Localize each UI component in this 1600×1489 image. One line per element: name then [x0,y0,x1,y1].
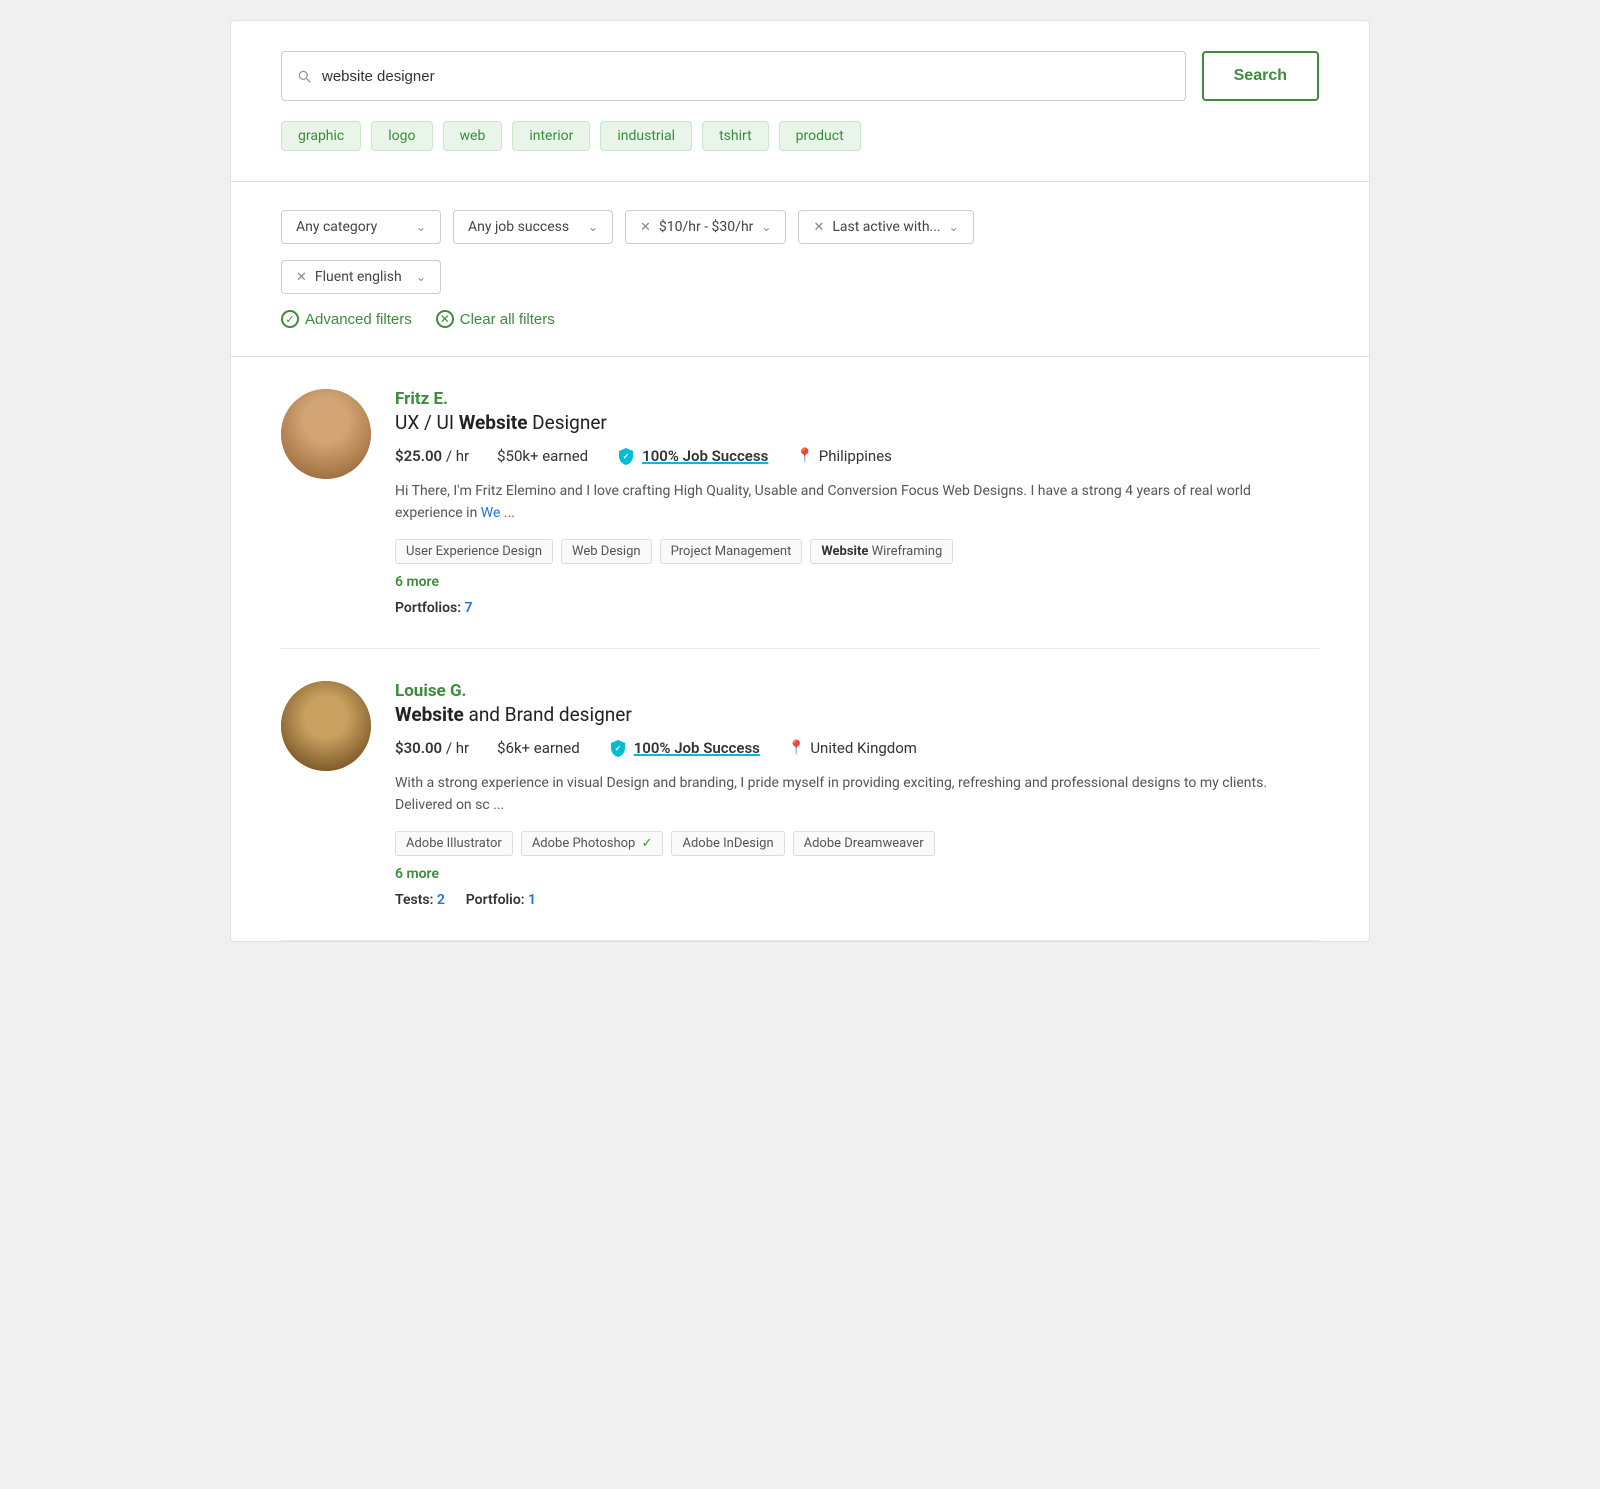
skills-row: User Experience Design Web Design Project … [395,539,1319,564]
card-content: Fritz E.UX / UI Website Designer $25.00 /… [395,389,1319,616]
freelancer-card: Louise G.Website and Brand designer $30.0… [281,649,1319,941]
tests-count[interactable]: 2 [437,892,445,908]
earned: $6k+ earned [497,739,580,757]
filter-job-success-label: Any job success [468,219,569,235]
filter-category-label: Any category [296,219,377,235]
meta-row: $25.00 / hr $50k+ earned ✓ 100% Job Succe… [395,446,1319,466]
clear-filters-icon: ✕ [436,310,454,328]
location-name: United Kingdom [810,739,917,757]
chevron-down-icon: ⌄ [416,270,426,284]
job-success: ✓ 100% Job Success [608,738,760,758]
filter-job-success[interactable]: Any job success ⌄ [453,210,613,244]
skill-tag[interactable]: Adobe Dreamweaver [793,831,935,856]
skill-tag[interactable]: Adobe InDesign [671,831,784,856]
meta-row: $30.00 / hr $6k+ earned ✓ 100% Job Succes… [395,738,1319,758]
search-tag[interactable]: product [779,121,861,151]
svg-text:✓: ✓ [623,452,630,461]
location: 📍 Philippines [796,447,892,465]
filter-row-2: ✕ Fluent english ⌄ [281,260,1319,294]
page-wrapper: website designer Search graphiclogowebin… [230,20,1370,942]
skill-tag[interactable]: Web Design [561,539,652,564]
skill-tag[interactable]: Project Management [660,539,803,564]
avatar [281,389,371,479]
search-button[interactable]: Search [1202,51,1319,101]
rate: $30.00 / hr [395,739,469,757]
close-icon[interactable]: ✕ [296,270,307,285]
close-icon[interactable]: ✕ [813,220,824,235]
chevron-down-icon: ⌄ [416,220,426,234]
advanced-filters-icon: ✓ [281,310,299,328]
tags-row: graphic logoweb interior industrial tshirt pr… [281,121,1319,151]
chevron-down-icon: ⌄ [761,220,771,234]
location: 📍 United Kingdom [788,739,917,757]
portfolio-label: Portfolio: [466,892,525,908]
skill-tag[interactable]: User Experience Design [395,539,553,564]
search-tag[interactable]: graphic [281,121,361,151]
shield-icon: ✓ [608,738,628,758]
search-input[interactable]: website designer [322,68,1171,85]
search-tag[interactable]: interior [512,121,590,151]
filter-language[interactable]: ✕ Fluent english ⌄ [281,260,441,294]
results-section: Fritz E.UX / UI Website Designer $25.00 /… [231,357,1369,941]
location-pin-icon: 📍 [788,740,805,756]
search-tag[interactable]: industrial [600,121,692,151]
freelancer-title: Website and Brand designer [395,703,1319,726]
freelancer-name[interactable]: Fritz E. [395,389,1319,409]
filter-last-active-label: Last active with... [832,219,940,235]
card-content: Louise G.Website and Brand designer $30.0… [395,681,1319,908]
portfolio-info: Portfolios: 7 [395,600,1319,616]
search-input-wrapper[interactable]: website designer [281,51,1186,101]
freelancer-name[interactable]: Louise G. [395,681,1319,701]
filter-rate[interactable]: ✕ $10/hr - $30/hr ⌄ [625,210,786,244]
search-tag[interactable]: logo [371,121,432,151]
portfolio-count[interactable]: 7 [465,600,473,616]
job-success-label: 100% Job Success [642,447,768,465]
skill-tag[interactable]: Website Wireframing [810,539,953,564]
search-section: website designer Search graphiclogowebin… [231,21,1369,182]
portfolio-label: Portfolios: [395,600,461,616]
freelancer-title: UX / UI Website Designer [395,411,1319,434]
clear-filters-button[interactable]: ✕ Clear all filters [436,310,555,328]
avatar [281,681,371,771]
shield-icon: ✓ [616,446,636,466]
job-success-label: 100% Job Success [634,739,760,757]
portfolio-info: Tests: 2 Portfolio: 1 [395,892,1319,908]
skills-row: Adobe Illustrator Adobe Photoshop ✓ Adobe … [395,831,1319,856]
search-tag[interactable]: tshirt [702,121,769,151]
location-name: Philippines [819,447,892,465]
filter-actions: ✓ Advanced filters ✕ Clear all filters [281,310,1319,328]
search-tag[interactable]: web [443,121,503,151]
chevron-down-icon: ⌄ [949,220,959,234]
description: With a strong experience in visual Desig… [395,772,1319,817]
location-pin-icon: 📍 [796,448,813,464]
more-skills-link[interactable]: 6 more [395,574,1319,590]
rate: $25.00 / hr [395,447,469,465]
search-icon [296,68,312,84]
skill-tag[interactable]: Adobe Illustrator [395,831,513,856]
filter-row-1: Any category ⌄ Any job success ⌄ ✕ $10/h… [281,210,1319,244]
clear-filters-label: Clear all filters [460,311,555,328]
chevron-down-icon: ⌄ [588,220,598,234]
advanced-filters-label: Advanced filters [305,311,412,328]
description: Hi There, I'm Fritz Elemino and I love c… [395,480,1319,525]
filter-language-label: Fluent english [315,269,402,285]
close-icon[interactable]: ✕ [640,220,651,235]
filter-last-active[interactable]: ✕ Last active with... ⌄ [798,210,973,244]
portfolio-count[interactable]: 1 [528,892,536,908]
tests-label: Tests: [395,892,433,908]
filter-category[interactable]: Any category ⌄ [281,210,441,244]
search-row: website designer Search [281,51,1319,101]
job-success: ✓ 100% Job Success [616,446,768,466]
more-skills-link[interactable]: 6 more [395,866,1319,882]
skill-tag[interactable]: Adobe Photoshop ✓ [521,831,664,856]
freelancer-card: Fritz E.UX / UI Website Designer $25.00 /… [281,357,1319,649]
svg-text:✓: ✓ [614,744,621,753]
advanced-filters-button[interactable]: ✓ Advanced filters [281,310,412,328]
earned: $50k+ earned [497,447,588,465]
filters-section: Any category ⌄ Any job success ⌄ ✕ $10/h… [231,182,1369,357]
filter-rate-label: $10/hr - $30/hr [659,219,754,235]
